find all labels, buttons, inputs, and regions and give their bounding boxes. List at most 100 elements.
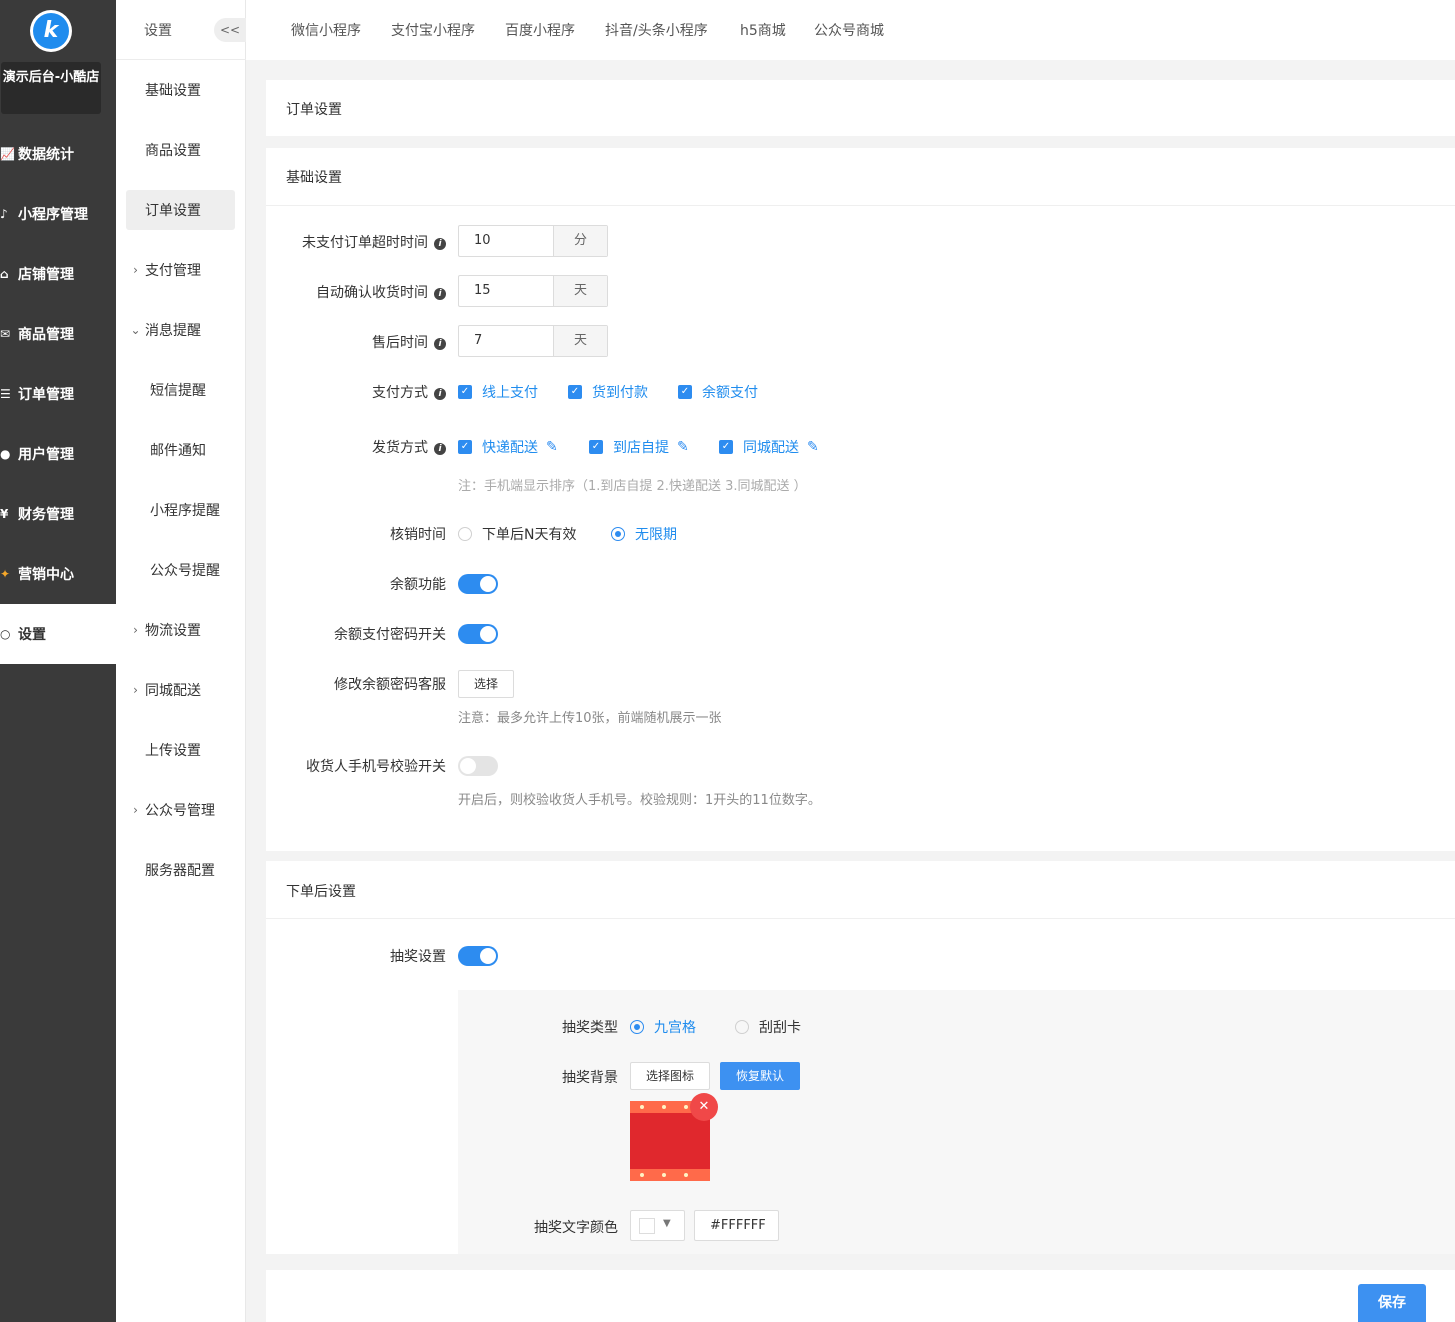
subnav-item-city-delivery[interactable]: › 同城配送 — [126, 670, 235, 710]
delivery-express-checkbox[interactable]: ✓ 快递配送 ✎ — [458, 437, 558, 457]
subnav-item-message[interactable]: ⌄ 消息提醒 — [126, 310, 235, 350]
subnav-item-server[interactable]: 服务器配置 — [126, 850, 235, 890]
balance-password-toggle[interactable] — [458, 624, 498, 644]
sidebar-item-marketing[interactable]: ✦ 营销中心 — [0, 544, 116, 604]
radio-circle-icon — [458, 527, 472, 541]
subnav-item-official-remind[interactable]: 公众号提醒 — [126, 550, 235, 590]
auto-confirm-input[interactable]: 15 天 — [458, 275, 608, 307]
lottery-label: 抽奖设置 — [390, 949, 446, 965]
choose-icon-button[interactable]: 选择图标 — [630, 1062, 710, 1090]
chevron-right-icon: › — [133, 803, 138, 817]
tab-baidu[interactable]: 百度小程序 — [505, 20, 575, 40]
chevron-right-icon: › — [133, 263, 138, 277]
phone-check-toggle[interactable] — [458, 756, 498, 776]
lottery-scratch-radio[interactable]: 刮刮卡 — [735, 1017, 801, 1037]
service-upload-note: 注意：最多允许上传10张，前端随机展示一张 — [458, 711, 722, 726]
info-icon: i — [434, 238, 446, 250]
brand-logo: k — [30, 10, 72, 52]
subnav-item-basic[interactable]: 基础设置 — [126, 70, 235, 110]
delivery-pickup-checkbox[interactable]: ✓ 到店自提 ✎ — [589, 437, 689, 457]
edit-pencil-icon[interactable]: ✎ — [677, 439, 689, 455]
remove-image-icon[interactable]: ✕ — [690, 1093, 718, 1121]
after-sale-input[interactable]: 7 天 — [458, 325, 608, 357]
lottery-toggle[interactable] — [458, 946, 498, 966]
verify-time-label: 核销时间 — [390, 527, 446, 543]
check-icon: ✓ — [719, 440, 733, 454]
sidebar-item-stats[interactable]: 📈 数据统计 — [0, 124, 116, 184]
primary-sidebar: k 演示后台-小酷店 📈 数据统计 ♪ 小程序管理 ⌂ 店铺管理 ✉ 商品管理 ☰ 订单管… — [0, 0, 116, 1322]
balance-password-label: 余额支付密码开关 — [334, 627, 446, 643]
auto-confirm-label: 自动确认收货时间 i — [316, 282, 446, 302]
edit-pencil-icon[interactable]: ✎ — [546, 439, 558, 455]
platform-tabs: 微信小程序 支付宝小程序 百度小程序 抖音/头条小程序 h5商城 公众号商城 — [246, 0, 1455, 60]
chevron-right-icon: › — [133, 683, 138, 697]
tab-h5[interactable]: h5商城 — [740, 20, 786, 40]
check-icon: ✓ — [678, 385, 692, 399]
secondary-sidebar: 设置 << 基础设置 商品设置 订单设置 › 支付管理 ⌄ 消息提醒 短信提醒 邮件… — [116, 0, 246, 1322]
subnav-item-miniprogram-remind[interactable]: 小程序提醒 — [126, 490, 235, 530]
sidebar-item-orders[interactable]: ☰ 订单管理 — [0, 364, 116, 424]
color-swatch — [639, 1218, 655, 1234]
subnav-item-order[interactable]: 订单设置 — [126, 190, 235, 230]
color-hex-input[interactable]: #FFFFFF — [694, 1210, 779, 1241]
phone-check-note: 开启后，则校验收货人手机号。校验规则：1开头的11位数字。 — [458, 793, 821, 808]
color-picker[interactable]: ▼ — [630, 1210, 685, 1241]
sidebar-item-settings[interactable]: ○ 设置 — [0, 604, 116, 664]
sidebar-item-miniprogram[interactable]: ♪ 小程序管理 — [0, 184, 116, 244]
lottery-type-label: 抽奖类型 — [562, 1020, 618, 1036]
reset-default-button[interactable]: 恢复默认 — [720, 1062, 800, 1090]
unpaid-timeout-label: 未支付订单超时时间 i — [302, 232, 446, 252]
store-icon: ⌂ — [0, 267, 9, 281]
tab-official[interactable]: 公众号商城 — [814, 20, 884, 40]
select-service-button[interactable]: 选择 — [458, 670, 514, 698]
delivery-order-note: 注：手机端显示排序（1.到店自提 2.快递配送 3.同城配送 ） — [458, 479, 807, 494]
check-icon: ✓ — [458, 385, 472, 399]
subnav-item-payment[interactable]: › 支付管理 — [126, 250, 235, 290]
payment-cod-checkbox[interactable]: ✓ 货到付款 — [568, 382, 648, 402]
payment-balance-checkbox[interactable]: ✓ 余额支付 — [678, 382, 758, 402]
unpaid-timeout-input[interactable]: 10 分 — [458, 225, 608, 257]
payment-online-checkbox[interactable]: ✓ 线上支付 — [458, 382, 538, 402]
subnav-item-official-account[interactable]: › 公众号管理 — [126, 790, 235, 830]
finance-icon: ¥ — [0, 507, 9, 521]
subnav-item-email[interactable]: 邮件通知 — [126, 430, 235, 470]
tab-douyin[interactable]: 抖音/头条小程序 — [605, 20, 708, 40]
collapse-button[interactable]: << — [214, 18, 246, 42]
tab-wechat[interactable]: 微信小程序 — [291, 20, 361, 40]
after-order-title: 下单后设置 — [286, 884, 356, 900]
sidebar-item-finance[interactable]: ¥ 财务管理 — [0, 484, 116, 544]
modify-password-service-label: 修改余额密码客服 — [334, 677, 446, 693]
chevron-right-icon: › — [133, 623, 138, 637]
sidebar-item-goods[interactable]: ✉ 商品管理 — [0, 304, 116, 364]
delivery-city-checkbox[interactable]: ✓ 同城配送 ✎ — [719, 437, 819, 457]
subnav-item-upload[interactable]: 上传设置 — [126, 730, 235, 770]
subnav-item-logistics[interactable]: › 物流设置 — [126, 610, 235, 650]
save-button[interactable]: 保存 — [1358, 1284, 1426, 1322]
verify-n-days-radio[interactable]: 下单后N天有效 — [458, 524, 576, 544]
lottery-grid-radio[interactable]: 九宫格 — [630, 1017, 696, 1037]
edit-pencil-icon[interactable]: ✎ — [807, 439, 819, 455]
shop-name[interactable]: 演示后台-小酷店 — [1, 62, 101, 114]
balance-label: 余额功能 — [390, 577, 446, 593]
lottery-text-color-label: 抽奖文字颜色 — [534, 1220, 618, 1236]
subnav-item-goods[interactable]: 商品设置 — [126, 130, 235, 170]
check-icon: ✓ — [589, 440, 603, 454]
sidebar-item-store[interactable]: ⌂ 店铺管理 — [0, 244, 116, 304]
balance-toggle[interactable] — [458, 574, 498, 594]
after-sale-label: 售后时间 i — [372, 332, 446, 352]
delivery-method-label: 发货方式 i — [372, 437, 446, 457]
marketing-icon: ✦ — [0, 567, 11, 581]
info-icon: i — [434, 338, 446, 350]
check-icon: ✓ — [458, 440, 472, 454]
page-title-panel: 订单设置 — [266, 80, 1455, 136]
info-icon: i — [434, 288, 446, 300]
user-icon: ● — [0, 447, 11, 461]
subnav-item-sms[interactable]: 短信提醒 — [126, 370, 235, 410]
verify-unlimited-radio[interactable]: 无限期 — [611, 524, 677, 544]
sidebar-item-users[interactable]: ● 用户管理 — [0, 424, 116, 484]
panel-divider — [266, 918, 1455, 919]
tab-alipay[interactable]: 支付宝小程序 — [391, 20, 475, 40]
basic-settings-title: 基础设置 — [286, 170, 342, 186]
basic-settings-panel: 基础设置 — [266, 148, 1455, 851]
footer-panel — [266, 1270, 1455, 1322]
